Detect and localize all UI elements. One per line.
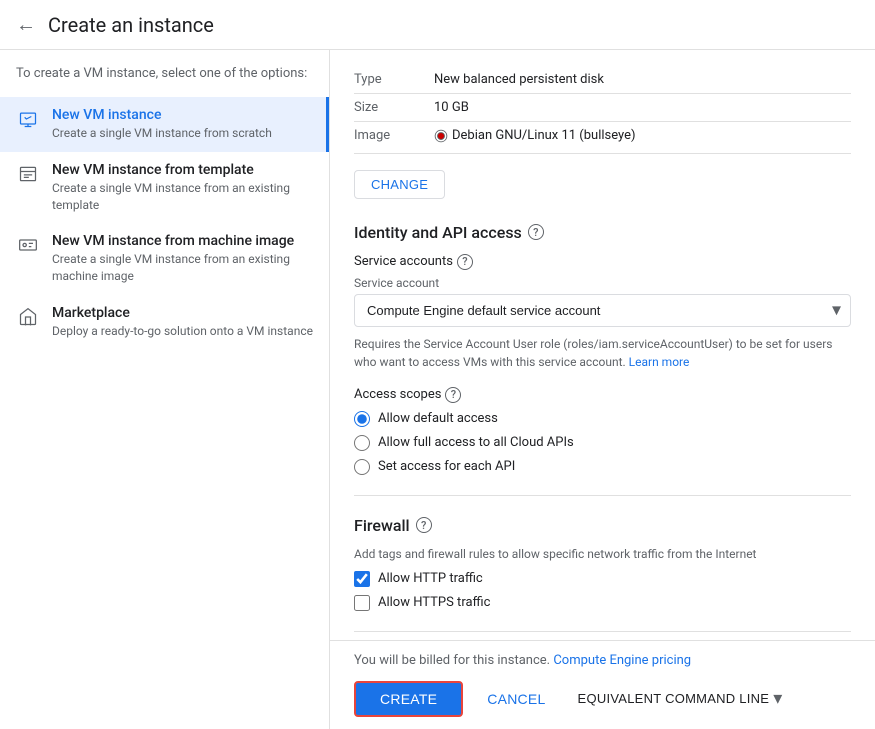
sidebar-item-vm-template-title: New VM instance from template (52, 162, 313, 178)
pricing-link[interactable]: Compute Engine pricing (553, 653, 691, 668)
checkbox-https[interactable]: Allow HTTPS traffic (354, 595, 851, 611)
disk-info-table: Type New balanced persistent disk Size 1… (354, 66, 851, 154)
change-button[interactable]: CHANGE (354, 170, 445, 199)
access-scopes-label: Access scopes ? (354, 387, 851, 403)
sidebar-item-vm-template[interactable]: New VM instance from template Create a s… (0, 152, 329, 224)
checkbox-https-input[interactable] (354, 595, 370, 611)
radio-each-input[interactable] (354, 459, 370, 475)
firewall-heading: Firewall ? (354, 516, 851, 535)
radio-default-input[interactable] (354, 411, 370, 427)
service-accounts-label-text: Service accounts (354, 254, 453, 269)
main-scroll-area: Type New balanced persistent disk Size 1… (330, 50, 875, 640)
page-header: ← Create an instance (0, 0, 875, 50)
service-accounts-help-icon[interactable]: ? (457, 254, 473, 270)
billing-text: You will be billed for this instance. (354, 653, 550, 668)
equivalent-command-button[interactable]: EQUIVALENT COMMAND LINE ▾ (570, 680, 791, 717)
main-content: To create a VM instance, select one of t… (0, 50, 875, 729)
radio-default-label: Allow default access (378, 411, 498, 426)
create-button[interactable]: CREATE (354, 681, 463, 717)
sidebar-item-vm-template-desc: Create a single VM instance from an exis… (52, 180, 313, 214)
service-account-helper: Requires the Service Account User role (… (354, 335, 851, 371)
page-title: Create an instance (48, 13, 214, 37)
radio-default-access[interactable]: Allow default access (354, 411, 851, 427)
identity-heading-text: Identity and API access (354, 223, 522, 242)
sidebar-item-machine-image[interactable]: New VM instance from machine image Creat… (0, 223, 329, 295)
bottom-area: You will be billed for this instance. Co… (330, 640, 875, 729)
firewall-options: Allow HTTP traffic Allow HTTPS traffic (354, 571, 851, 611)
firewall-heading-text: Firewall (354, 516, 410, 535)
billing-line: You will be billed for this instance. Co… (354, 653, 851, 668)
firewall-description: Add tags and firewall rules to allow spe… (354, 547, 851, 561)
sidebar-item-marketplace-desc: Deploy a ready-to-go solution onto a VM … (52, 323, 313, 340)
page-container: ← Create an instance To create a VM inst… (0, 0, 875, 729)
divider-1 (354, 495, 851, 496)
learn-more-link[interactable]: Learn more (629, 355, 690, 369)
disk-type-row: Type New balanced persistent disk (354, 66, 851, 94)
vm-icon (16, 107, 40, 131)
sidebar-item-machine-image-text: New VM instance from machine image Creat… (52, 233, 313, 285)
right-panel: Type New balanced persistent disk Size 1… (330, 50, 875, 729)
sidebar-item-machine-image-desc: Create a single VM instance from an exis… (52, 251, 313, 285)
checkbox-http[interactable]: Allow HTTP traffic (354, 571, 851, 587)
checkbox-http-input[interactable] (354, 571, 370, 587)
helper-text-content: Requires the Service Account User role (… (354, 337, 832, 369)
sidebar-item-marketplace-text: Marketplace Deploy a ready-to-go solutio… (52, 305, 313, 340)
disk-type-label: Type (354, 66, 434, 94)
disk-size-label: Size (354, 94, 434, 122)
radio-full-access[interactable]: Allow full access to all Cloud APIs (354, 435, 851, 451)
action-line: CREATE CANCEL EQUIVALENT COMMAND LINE ▾ (354, 680, 851, 717)
service-account-select[interactable]: Compute Engine default service account (354, 294, 851, 327)
cancel-button[interactable]: CANCEL (471, 683, 561, 715)
access-scopes-group: Allow default access Allow full access t… (354, 411, 851, 475)
disk-type-value: New balanced persistent disk (434, 66, 851, 94)
checkbox-https-label: Allow HTTPS traffic (378, 595, 490, 610)
disk-size-value: 10 GB (434, 94, 851, 122)
access-scopes-label-text: Access scopes (354, 387, 441, 402)
radio-full-input[interactable] (354, 435, 370, 451)
service-account-sublabel: Service account (354, 276, 851, 290)
divider-2 (354, 631, 851, 632)
sidebar-item-marketplace-title: Marketplace (52, 305, 313, 321)
equiv-button-label: EQUIVALENT COMMAND LINE (578, 691, 770, 706)
sidebar-item-marketplace[interactable]: Marketplace Deploy a ready-to-go solutio… (0, 295, 329, 350)
sidebar: To create a VM instance, select one of t… (0, 50, 330, 729)
firewall-help-icon[interactable]: ? (416, 517, 432, 533)
machine-image-icon (16, 233, 40, 257)
disk-image-value: Debian GNU/Linux 11 (bullseye) (434, 122, 851, 154)
disk-image-label: Image (354, 122, 434, 154)
template-icon (16, 162, 40, 186)
sidebar-item-vm-template-text: New VM instance from template Create a s… (52, 162, 313, 214)
equiv-dropdown-icon: ▾ (773, 688, 782, 709)
checkbox-http-label: Allow HTTP traffic (378, 571, 483, 586)
debian-icon (434, 129, 448, 143)
sidebar-item-new-vm-text: New VM instance Create a single VM insta… (52, 107, 313, 142)
sidebar-item-new-vm-title: New VM instance (52, 107, 313, 123)
radio-full-label: Allow full access to all Cloud APIs (378, 435, 574, 450)
disk-image-text: Debian GNU/Linux 11 (bullseye) (452, 128, 636, 143)
marketplace-icon (16, 305, 40, 329)
service-accounts-label: Service accounts ? (354, 254, 851, 270)
radio-each-label: Set access for each API (378, 459, 515, 474)
identity-help-icon[interactable]: ? (528, 224, 544, 240)
access-scopes-help-icon[interactable]: ? (445, 387, 461, 403)
disk-image-row: Image Debian GNU/Linux 11 (bullseye) (354, 122, 851, 154)
sidebar-item-machine-image-title: New VM instance from machine image (52, 233, 313, 249)
disk-size-row: Size 10 GB (354, 94, 851, 122)
back-button[interactable]: ← (16, 12, 36, 37)
sidebar-item-new-vm-desc: Create a single VM instance from scratch (52, 125, 313, 142)
radio-each-access[interactable]: Set access for each API (354, 459, 851, 475)
sidebar-description: To create a VM instance, select one of t… (0, 66, 329, 97)
sidebar-item-new-vm[interactable]: New VM instance Create a single VM insta… (0, 97, 329, 152)
service-account-select-wrapper: Compute Engine default service account ▾ (354, 294, 851, 327)
identity-heading: Identity and API access ? (354, 223, 851, 242)
